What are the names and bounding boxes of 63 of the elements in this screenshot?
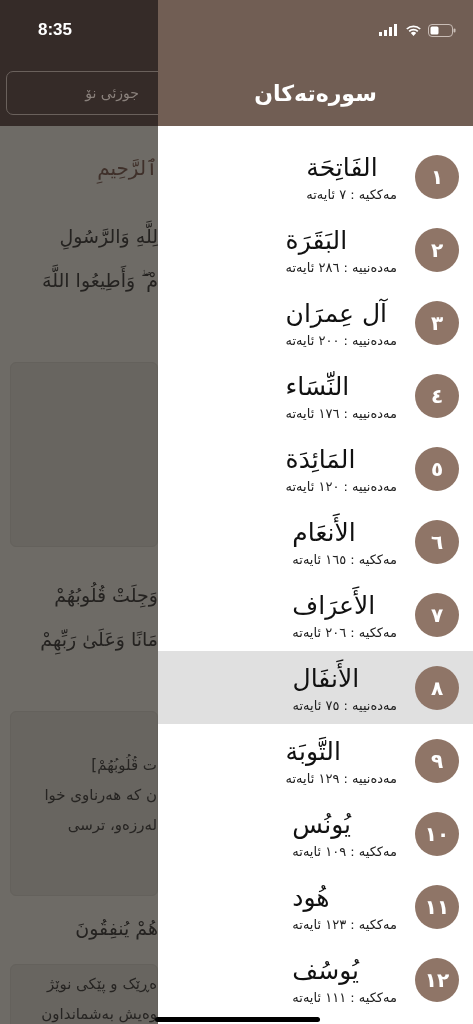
surah-item[interactable]: ١ الفَاتِحَة مەککیە : ٧ ئایەتە [158,140,473,213]
number-badge: ٣ [415,300,459,345]
surah-item[interactable]: ١٠ يُونُس مەککیە : ١٠٩ ئایەتە [158,797,473,870]
surah-info: مەککیە : ١٢٣ ئایەتە [292,915,397,934]
surah-name: الأَعرَاف [292,587,376,624]
verse-line: مْ ۖ وَأَطِيعُوا اللَّهَ [0,258,158,302]
number-badge: ١٢ [415,957,459,1002]
number-badge: ٨ [415,665,459,710]
surah-item[interactable]: ٨ الأَنفَال مەدەنییە : ٧٥ ئایەتە [158,651,473,724]
surah-item[interactable]: ٣ آل عِمرَان مەدەنییە : ٢٠٠ ئایەتە [158,286,473,359]
commentary-line: ت قُلُوبُهُمْ] [90,753,157,776]
surah-name: الأَنفَال [292,660,360,697]
surah-name: الأَنعَام [292,514,356,551]
surah-info: مەدەنییە : ١٢٠ ئایەتە [285,477,397,496]
number-badge: ٩ [415,738,459,783]
status-time: 8:35 [38,20,73,40]
commentary-line: ەڕێک و پێکی نوێژ [45,974,157,996]
surah-info: مەککیە : ٧ ئایەتە [306,185,397,204]
surah-item[interactable]: ١٢ يُوسُف مەککیە : ١١١ ئایەتە [158,943,473,1016]
surah-info: مەدەنییە : ٢٠٠ ئایەتە [285,331,397,350]
verse-line: وَجِلَتْ قُلُوبُهُمْ [53,581,158,610]
surah-item[interactable]: ٧ الأَعرَاف مەککیە : ٢٠٦ ئایەتە [158,578,473,651]
number-badge: ٥ [415,446,459,491]
number-badge: ٢ [415,227,459,272]
surah-item[interactable]: ١١ هُود مەککیە : ١٢٣ ئایەتە [158,870,473,943]
surah-item[interactable]: ٥ المَائِدَة مەدەنییە : ١٢٠ ئایەتە [158,432,473,505]
number-badge: ٦ [415,519,459,564]
number-badge: ١ [415,154,459,199]
number-badge: ١١ [415,884,459,929]
surah-info: مەککیە : ١٠٩ ئایەتە [292,842,397,861]
number-badge: ٤ [415,373,459,418]
verse-line: هُمْ يُنفِقُونَ [74,916,158,942]
surah-info: مەککیە : ٢٠٦ ئایەتە [292,623,397,642]
surah-name: يُوسُف [292,954,359,987]
surah-name: الفَاتِحَة [306,151,378,184]
surah-info: مەدەنییە : ٧٥ ئایەتە [292,696,397,715]
surah-name: هُود [292,881,330,914]
number-badge: ١٠ [415,811,459,856]
surah-name: التَّوبَة [285,735,341,768]
surah-item[interactable]: ٢ البَقَرَة مەدەنییە : ٢٨٦ ئایەتە [158,213,473,286]
commentary-line: ن كه هەرناوی خوا [43,785,157,806]
surah-name: النِّسَاء [285,370,350,403]
surah-name: يُونُس [292,808,352,841]
drawer-title: سورەتەکان [253,79,378,109]
surah-name: المَائِدَة [285,443,356,476]
surah-item[interactable]: ٤ النِّسَاء مەدەنییە : ١٧٦ ئایەتە [158,359,473,432]
commentary-line: وەیش بەشمانداون [40,1004,157,1024]
verse-line: لِلَّهِ وَالرَّسُولِ [0,214,158,258]
commentary-line: لەرزەو، ترسی [66,815,157,836]
number-badge: ٧ [415,592,459,637]
surah-info: مەدەنییە : ١٧٦ ئایەتە [285,404,397,423]
battery-icon [428,23,456,37]
surah-name: آل عِمرَان [285,297,388,330]
signal-icon [379,24,399,36]
wifi-icon [405,24,422,36]
verse-line: مَانًا وَعَلَىٰ رَبِّهِمْ [0,617,158,661]
surah-name: البَقَرَة [285,224,348,257]
surah-item[interactable]: ٦ الأَنعَام مەککیە : ١٦٥ ئایەتە [158,505,473,578]
surah-info: مەککیە : ١١١ ئایەتە [292,988,397,1007]
surah-info: مەدەنییە : ١٢٩ ئایەتە [285,769,397,788]
surah-info: مەککیە : ١٦٥ ئایەتە [292,550,397,569]
surah-item[interactable]: ٩ التَّوبَة مەدەنییە : ١٢٩ ئایەتە [158,724,473,797]
surah-info: مەدەنییە : ٢٨٦ ئایەتە [285,258,397,277]
